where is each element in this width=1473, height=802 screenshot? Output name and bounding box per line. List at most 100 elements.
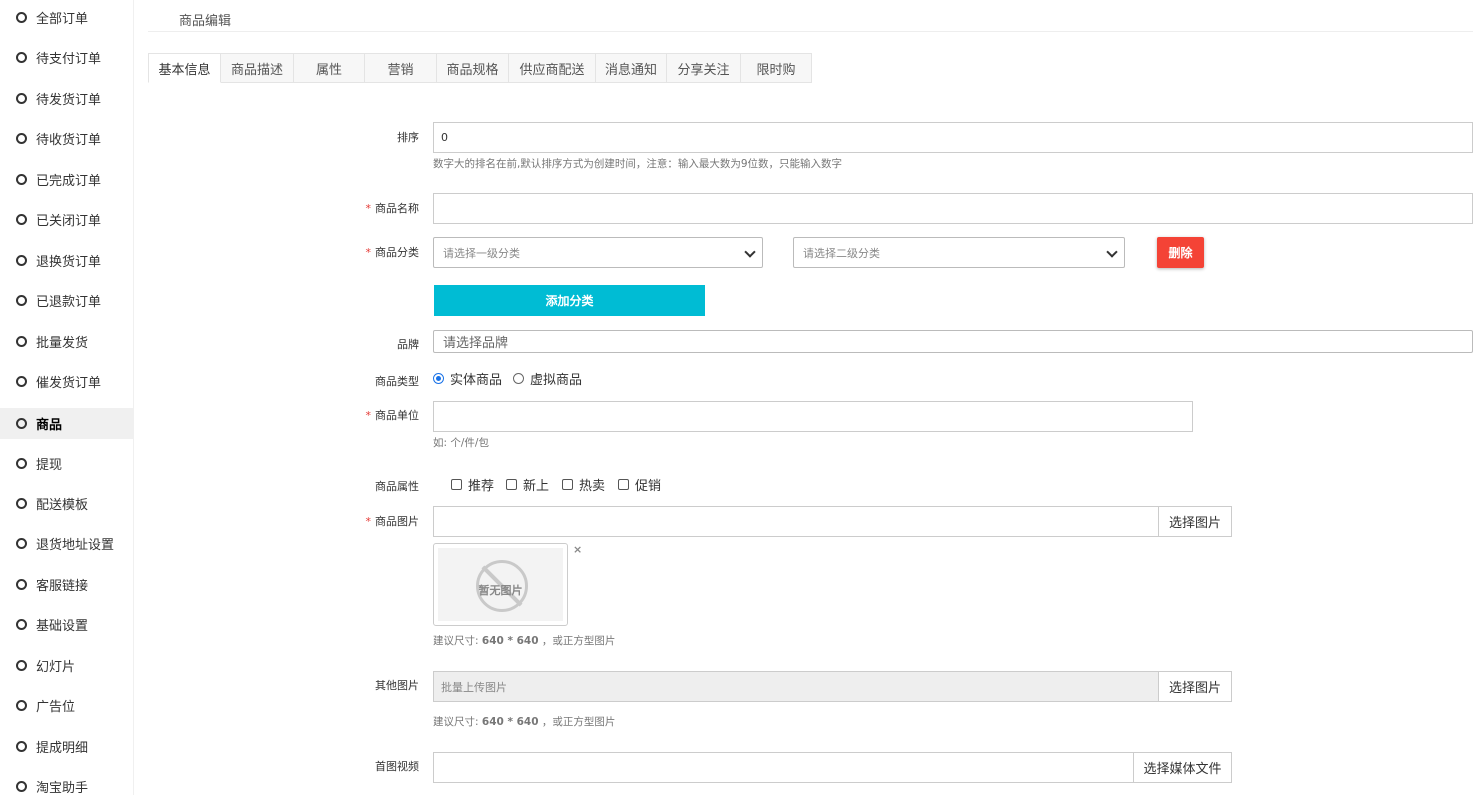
name-input[interactable] (433, 193, 1473, 224)
category-label: * 商品分类 (366, 244, 420, 260)
circle-bullet-icon (16, 214, 27, 225)
sidebar-item[interactable]: 淘宝助手 (0, 771, 134, 802)
add-category-button[interactable]: 添加分类 (434, 285, 705, 316)
unit-label-text: 商品单位 (375, 409, 419, 422)
sidebar-item[interactable]: 基础设置 (0, 609, 134, 640)
attr-label: 推荐 (468, 479, 495, 494)
sidebar-item[interactable]: 待收货订单 (0, 123, 134, 154)
delete-category-button[interactable]: 删除 (1157, 237, 1204, 268)
tab[interactable]: 属性 (294, 53, 365, 83)
unit-input[interactable] (433, 401, 1193, 432)
image-placeholder: 暂无图片 (438, 548, 563, 621)
select-media-button[interactable]: 选择媒体文件 (1133, 752, 1232, 783)
sidebar-item[interactable]: 幻灯片 (0, 650, 134, 681)
image-label-text: 商品图片 (375, 515, 419, 528)
radio-icon[interactable] (513, 373, 524, 384)
tab[interactable]: 基本信息 (148, 53, 221, 83)
circle-bullet-icon (16, 700, 27, 711)
attr-promo-checkbox[interactable]: 促销 (618, 475, 661, 494)
no-image-text: 暂无图片 (478, 584, 523, 597)
checkbox-icon[interactable] (618, 479, 629, 490)
sidebar-item[interactable]: 全部订单 (0, 2, 134, 33)
tab[interactable]: 消息通知 (596, 53, 667, 83)
category-first-select[interactable]: 请选择一级分类 (433, 237, 763, 268)
tab[interactable]: 商品描述 (221, 53, 294, 83)
video-path-input[interactable] (433, 752, 1135, 783)
required-mark: * (365, 202, 372, 215)
tab-bar: 基本信息 商品描述 属性 营销 商品规格 供应商配送 消息通知 分享关注 限时购 (148, 53, 812, 83)
sidebar-item[interactable]: 广告位 (0, 690, 134, 721)
sidebar-item[interactable]: 待发货订单 (0, 83, 134, 114)
sidebar-item-label: 催发货订单 (36, 376, 102, 391)
sort-hint: 数字大的排名在前,默认排序方式为创建时间，注意：输入最大数为9位数，只能输入数字 (433, 158, 843, 170)
sidebar-item[interactable]: 退换货订单 (0, 245, 134, 276)
type-option-virtual[interactable]: 虚拟商品 (513, 369, 582, 388)
sidebar-item[interactable]: 催发货订单 (0, 366, 134, 397)
name-label-text: 商品名称 (375, 202, 419, 215)
sidebar-item-label: 已完成订单 (36, 174, 102, 189)
other-images-input[interactable]: 批量上传图片 (433, 671, 1160, 702)
sidebar-item[interactable]: 提成明细 (0, 731, 134, 762)
category-second-placeholder: 请选择二级分类 (803, 246, 880, 260)
unit-hint: 如: 个/件/包 (433, 437, 489, 449)
other-images-hint-suffix: ，或正方型图片 (538, 716, 616, 728)
remove-image-icon[interactable]: × (573, 543, 582, 556)
radio-selected-icon[interactable] (433, 373, 444, 384)
other-images-hint: 建议尺寸: 640 * 640 ，或正方型图片 (433, 714, 615, 729)
sidebar-item-label: 全部订单 (36, 12, 89, 27)
tab[interactable]: 分享关注 (667, 53, 741, 83)
attr-label: 热卖 (579, 479, 606, 494)
tab[interactable]: 限时购 (741, 53, 812, 83)
sidebar-item[interactable]: 提现 (0, 448, 134, 479)
sidebar-item[interactable]: 配送模板 (0, 488, 134, 519)
checkbox-icon[interactable] (506, 479, 517, 490)
sidebar-item[interactable]: 已退款订单 (0, 285, 134, 316)
circle-bullet-icon (16, 376, 27, 387)
sidebar-item[interactable]: 已完成订单 (0, 164, 134, 195)
type-option-physical[interactable]: 实体商品 (433, 369, 502, 388)
sidebar-item-label: 待收货订单 (36, 133, 102, 148)
video-label: 首图视频 (375, 760, 419, 773)
required-mark: * (365, 246, 372, 259)
category-second-select[interactable]: 请选择二级分类 (793, 237, 1125, 268)
checkbox-icon[interactable] (562, 479, 573, 490)
sidebar-item[interactable]: 批量发货 (0, 326, 134, 357)
brand-label: 品牌 (397, 338, 419, 351)
sidebar-item-label: 退货地址设置 (36, 538, 115, 553)
image-thumbnail: 暂无图片 (433, 543, 568, 626)
tab[interactable]: 供应商配送 (509, 53, 596, 83)
image-path-input[interactable] (433, 506, 1160, 537)
checkbox-icon[interactable] (451, 479, 462, 490)
circle-bullet-icon (16, 418, 27, 429)
attr-recommend-checkbox[interactable]: 推荐 (451, 475, 494, 494)
circle-bullet-icon (16, 295, 27, 306)
circle-bullet-icon (16, 458, 27, 469)
sidebar-item-label: 提现 (36, 458, 63, 473)
circle-bullet-icon (16, 660, 27, 671)
sidebar-item[interactable]: 待支付订单 (0, 42, 134, 73)
sidebar-item[interactable]: 客服链接 (0, 569, 134, 600)
brand-select[interactable]: 请选择品牌 (433, 330, 1473, 353)
sidebar-item-label: 待发货订单 (36, 93, 102, 108)
attr-new-checkbox[interactable]: 新上 (506, 475, 549, 494)
sidebar-item-label: 待支付订单 (36, 52, 102, 67)
sidebar-item-label: 幻灯片 (36, 660, 76, 675)
sidebar-item[interactable]: 退货地址设置 (0, 528, 134, 559)
type-option-label: 虚拟商品 (530, 373, 583, 388)
select-other-images-button[interactable]: 选择图片 (1158, 671, 1232, 702)
sidebar-item[interactable]: 已关闭订单 (0, 204, 134, 235)
attr-hot-checkbox[interactable]: 热卖 (562, 475, 605, 494)
sidebar-item-label: 淘宝助手 (36, 781, 89, 796)
circle-bullet-icon (16, 498, 27, 509)
sidebar-item-label: 配送模板 (36, 498, 89, 513)
sort-input[interactable]: 0 (433, 122, 1473, 153)
other-images-hint-size: 640 * 640 (481, 716, 539, 728)
tab[interactable]: 商品规格 (437, 53, 509, 83)
select-image-button[interactable]: 选择图片 (1158, 506, 1232, 537)
sidebar-item-label: 已退款订单 (36, 295, 102, 310)
sidebar-item[interactable]: 商品 (0, 408, 134, 439)
tab[interactable]: 营销 (365, 53, 437, 83)
sidebar-item-label: 批量发货 (36, 336, 89, 351)
circle-bullet-icon (16, 619, 27, 630)
sort-label: 排序 (397, 131, 419, 144)
